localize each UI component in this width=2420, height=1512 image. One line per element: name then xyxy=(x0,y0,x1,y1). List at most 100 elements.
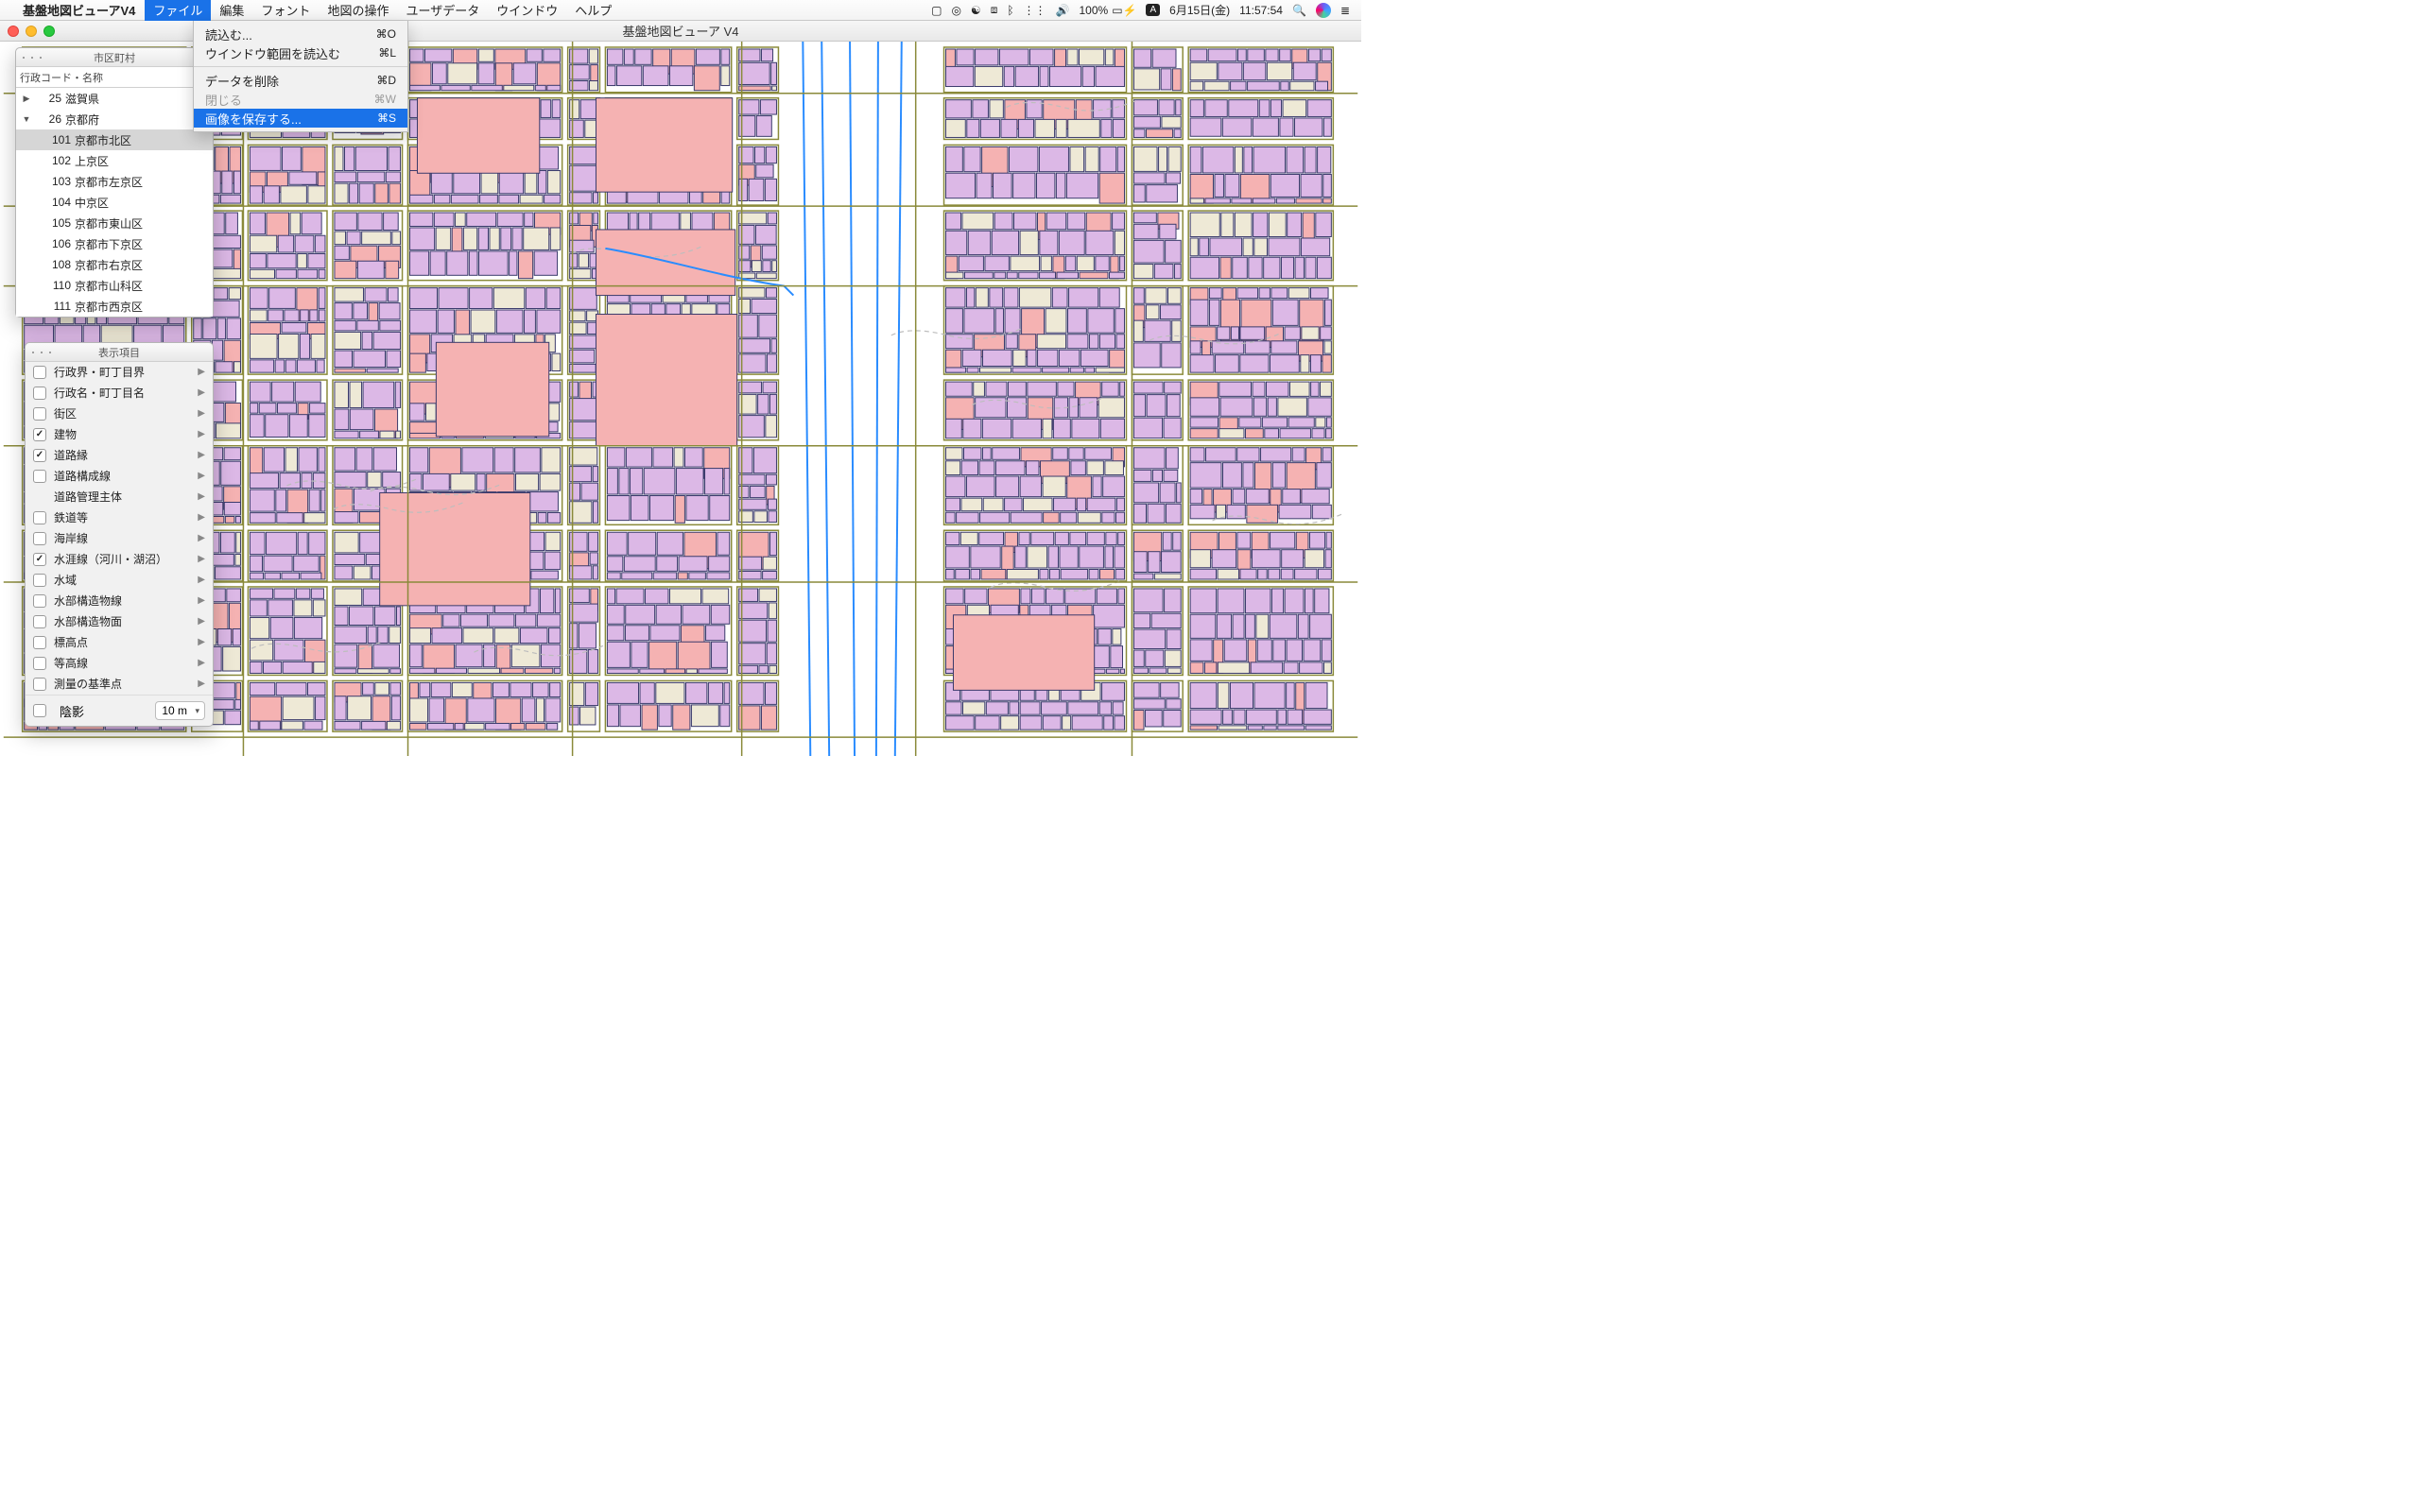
layer-row[interactable]: 標高点▶ xyxy=(26,632,213,653)
menu-map-ops[interactable]: 地図の操作 xyxy=(319,0,397,21)
battery-icon[interactable]: ▭⚡ xyxy=(1112,4,1136,17)
layer-checkbox[interactable] xyxy=(33,407,46,421)
chevron-right-icon: ▶ xyxy=(198,679,205,689)
status-icon-3[interactable]: ☯ xyxy=(971,4,981,17)
region-column-header[interactable]: 行政コード・名称 xyxy=(16,67,213,88)
shadow-distance-select[interactable]: 10 m xyxy=(155,701,205,720)
siri-icon[interactable] xyxy=(1316,3,1331,18)
layer-row[interactable]: 海岸線▶ xyxy=(26,528,213,549)
shadow-label: 陰影 xyxy=(60,702,84,720)
bluetooth-icon[interactable]: ᛒ xyxy=(1007,4,1013,17)
layer-row[interactable]: 水部構造物面▶ xyxy=(26,611,213,632)
region-panel-title: 市区町村 xyxy=(16,50,213,65)
layers-list: 行政界・町丁目界▶行政名・町丁目名▶街区▶建物▶道路縁▶道路構成線▶道路管理主体… xyxy=(26,362,213,695)
file-menu-dropdown: 読込む...⌘O ウインドウ範囲を読込む⌘L データを削除⌘D 閉じる⌘W 画像… xyxy=(193,21,408,132)
menubar-date[interactable]: 6月15日(金) xyxy=(1169,2,1230,18)
notification-center-icon[interactable]: ≣ xyxy=(1340,4,1350,17)
shadow-checkbox[interactable] xyxy=(33,704,46,717)
chevron-right-icon: ▶ xyxy=(198,575,205,585)
region-row[interactable]: 110京都市山科区 xyxy=(16,275,213,296)
chevron-right-icon: ▶ xyxy=(198,658,205,668)
layer-row[interactable]: 行政界・町丁目界▶ xyxy=(26,362,213,383)
chevron-right-icon: ▶ xyxy=(198,595,205,606)
layer-checkbox[interactable] xyxy=(33,657,46,670)
region-row[interactable]: ▼26京都府 xyxy=(16,109,213,129)
chevron-right-icon: ▶ xyxy=(198,533,205,543)
layer-checkbox[interactable] xyxy=(33,532,46,545)
menu-font[interactable]: フォント xyxy=(252,0,319,21)
layer-row[interactable]: 水域▶ xyxy=(26,570,213,591)
dropbox-icon[interactable]: ⧈ xyxy=(991,3,998,17)
region-row[interactable]: ▶25滋賀県 xyxy=(16,88,213,109)
menu-edit[interactable]: 編集 xyxy=(211,0,252,21)
layer-checkbox[interactable] xyxy=(33,594,46,608)
battery-percent[interactable]: 100% xyxy=(1079,4,1108,17)
macos-menubar: 基盤地図ビューアV4 ファイル 編集 フォント 地図の操作 ユーザデータ ウイン… xyxy=(0,0,1361,21)
file-menu-delete-data[interactable]: データを削除⌘D xyxy=(194,71,407,90)
app-name[interactable]: 基盤地図ビューアV4 xyxy=(23,1,135,19)
layer-checkbox[interactable] xyxy=(33,574,46,587)
spotlight-icon[interactable]: 🔍 xyxy=(1292,4,1306,17)
region-row[interactable]: 104中京区 xyxy=(16,192,213,213)
region-panel: 市区町村 行政コード・名称 ▶25滋賀県▼26京都府101京都市北区102上京区… xyxy=(15,47,214,318)
layer-row[interactable]: 道路管理主体▶ xyxy=(26,487,213,507)
volume-icon[interactable]: 🔊 xyxy=(1056,4,1070,17)
status-icon-1[interactable]: ▢ xyxy=(931,4,942,17)
menu-file[interactable]: ファイル xyxy=(145,0,211,21)
window-zoom-button[interactable] xyxy=(43,26,55,37)
layer-checkbox[interactable] xyxy=(33,511,46,524)
layer-row[interactable]: 行政名・町丁目名▶ xyxy=(26,383,213,404)
layer-row[interactable]: 等高線▶ xyxy=(26,653,213,674)
file-menu-load-window[interactable]: ウインドウ範囲を読込む⌘L xyxy=(194,43,407,62)
layer-row[interactable]: 道路構成線▶ xyxy=(26,466,213,487)
layer-checkbox[interactable] xyxy=(33,387,46,400)
region-row[interactable]: 111京都市西京区 xyxy=(16,296,213,317)
chevron-right-icon: ▶ xyxy=(198,367,205,377)
creative-cloud-icon[interactable]: ◎ xyxy=(951,4,960,17)
layer-checkbox[interactable] xyxy=(33,428,46,441)
layer-checkbox[interactable] xyxy=(33,678,46,691)
layer-row[interactable]: 道路縁▶ xyxy=(26,445,213,466)
region-row[interactable]: 105京都市東山区 xyxy=(16,213,213,233)
region-tree: ▶25滋賀県▼26京都府101京都市北区102上京区103京都市左京区104中京… xyxy=(16,88,213,317)
menu-help[interactable]: ヘルプ xyxy=(566,0,620,21)
ime-indicator[interactable]: A xyxy=(1146,4,1160,16)
layer-row[interactable]: 鉄道等▶ xyxy=(26,507,213,528)
chevron-right-icon: ▶ xyxy=(198,408,205,419)
layer-checkbox[interactable] xyxy=(33,449,46,462)
chevron-right-icon: ▶ xyxy=(198,450,205,460)
chevron-right-icon: ▶ xyxy=(198,429,205,439)
window-close-button[interactable] xyxy=(8,26,19,37)
menubar-time[interactable]: 11:57:54 xyxy=(1239,4,1283,17)
window-minimize-button[interactable] xyxy=(26,26,37,37)
region-row[interactable]: 102上京区 xyxy=(16,150,213,171)
layer-checkbox[interactable] xyxy=(33,470,46,483)
wifi-icon[interactable]: ⋮⋮ xyxy=(1024,4,1046,17)
layer-row[interactable]: 街区▶ xyxy=(26,404,213,424)
chevron-right-icon: ▶ xyxy=(198,512,205,523)
menu-window[interactable]: ウインドウ xyxy=(488,0,566,21)
file-menu-open[interactable]: 読込む...⌘O xyxy=(194,25,407,43)
region-row[interactable]: 103京都市左京区 xyxy=(16,171,213,192)
menubar-right: ▢ ◎ ☯ ⧈ ᛒ ⋮⋮ 🔊 100% ▭⚡ A 6月15日(金) 11:57:… xyxy=(931,2,1361,18)
chevron-right-icon: ▶ xyxy=(198,491,205,502)
chevron-right-icon: ▶ xyxy=(198,471,205,481)
layer-checkbox[interactable] xyxy=(33,553,46,566)
region-panel-header[interactable]: 市区町村 xyxy=(16,48,213,67)
layer-checkbox[interactable] xyxy=(33,636,46,649)
layer-row[interactable]: 水涯線（河川・湖沼）▶ xyxy=(26,549,213,570)
menu-separator xyxy=(194,66,407,67)
layers-panel-header[interactable]: 表示項目 xyxy=(26,343,213,362)
window-traffic-lights xyxy=(8,26,55,37)
region-row[interactable]: 106京都市下京区 xyxy=(16,233,213,254)
menu-userdata[interactable]: ユーザデータ xyxy=(397,0,488,21)
region-row[interactable]: 108京都市右京区 xyxy=(16,254,213,275)
layers-panel: 表示項目 行政界・町丁目界▶行政名・町丁目名▶街区▶建物▶道路縁▶道路構成線▶道… xyxy=(25,342,214,727)
layer-row[interactable]: 測量の基準点▶ xyxy=(26,674,213,695)
file-menu-save-image[interactable]: 画像を保存する...⌘S xyxy=(194,109,407,128)
layer-row[interactable]: 建物▶ xyxy=(26,424,213,445)
layer-checkbox[interactable] xyxy=(33,366,46,379)
layer-row[interactable]: 水部構造物線▶ xyxy=(26,591,213,611)
region-row[interactable]: 101京都市北区 xyxy=(16,129,213,150)
layer-checkbox[interactable] xyxy=(33,615,46,628)
